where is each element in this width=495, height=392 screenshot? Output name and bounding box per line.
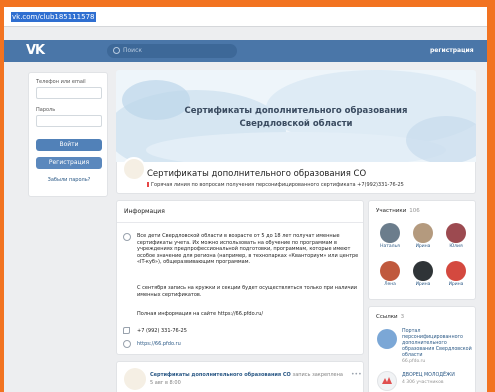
members-count: 106	[409, 208, 420, 214]
info-block: Информация Все дети Свердловской области…	[116, 200, 364, 355]
login-button[interactable]: Войти	[36, 139, 102, 151]
password-field[interactable]	[36, 115, 102, 127]
member-photo	[413, 223, 433, 243]
member-name: Юлия	[449, 244, 463, 249]
group-name: Сертификаты дополнительного образования …	[147, 169, 367, 179]
search-input[interactable]: Поиск	[107, 44, 237, 58]
info-paragraph-3: Полная информация на сайте https://66.pf…	[137, 311, 264, 317]
member-name: Ирина	[448, 282, 464, 287]
member-item[interactable]: Ирина	[408, 223, 438, 250]
vk-logo[interactable]: VK	[26, 43, 45, 59]
info-paragraph-2: С сентября запись на кружки и секции буд…	[137, 285, 358, 298]
post-author-name[interactable]: Сертификаты дополнительного образования …	[150, 372, 291, 378]
links-title[interactable]: Ссылки 3	[376, 314, 404, 321]
phone-field[interactable]	[36, 87, 102, 99]
wall-post: Сертификаты дополнительного образования …	[116, 361, 364, 392]
post-date[interactable]: 5 авг в 8:00	[150, 380, 181, 386]
divider	[117, 222, 363, 223]
more-icon[interactable]: •••	[351, 372, 362, 378]
url-text[interactable]: vk.com/club185111578	[11, 12, 96, 22]
group-status: Горячая линия по вопросам получения перс…	[147, 182, 404, 188]
website-link[interactable]: https://66.pfdo.ru	[137, 341, 181, 347]
member-photo	[446, 223, 466, 243]
links-title-text[interactable]: Ссылки	[376, 314, 398, 320]
member-name: Ирина	[415, 282, 431, 287]
link-title[interactable]: Портал персонифицированного дополнительн…	[402, 329, 474, 359]
member-name: Наталья	[380, 244, 400, 249]
forgot-password-link[interactable]: Забыли пароль?	[29, 177, 109, 183]
member-photo	[380, 261, 400, 281]
link-subtitle: 4 306 участников	[402, 380, 444, 385]
cover-title-line1: Сертификаты дополнительного образования	[184, 106, 408, 116]
info-paragraph-1: Все дети Свердловской области в возрасте…	[137, 233, 359, 265]
red-mark-icon	[147, 182, 149, 187]
member-name: Ирина	[415, 244, 431, 249]
palace-logo-mark	[382, 377, 392, 384]
info-icon	[123, 233, 131, 241]
phone-icon	[123, 327, 130, 334]
members-title[interactable]: Участники 106	[376, 208, 420, 215]
phone-number: +7 (992) 331-76-25	[137, 328, 187, 334]
links-block: Ссылки 3 Портал персонифицированного допо…	[368, 306, 476, 392]
phone-label: Телефон или email	[36, 79, 86, 85]
member-photo	[380, 223, 400, 243]
link-title[interactable]: ДВОРЕЦ МОЛОДЁЖИ	[402, 373, 474, 379]
pinned-label: запись закреплена	[292, 372, 343, 378]
palace-logo-icon[interactable]	[377, 371, 397, 391]
member-photo	[446, 261, 466, 281]
password-label: Пароль	[36, 107, 56, 113]
member-item[interactable]: Ирина	[441, 261, 471, 288]
search-placeholder: Поиск	[123, 47, 143, 54]
links-count: 3	[400, 314, 405, 320]
post-author-avatar[interactable]	[124, 368, 146, 390]
group-header: Сертификаты дополнительного образования …	[116, 157, 476, 194]
search-icon	[113, 47, 120, 54]
group-avatar[interactable]	[122, 157, 146, 181]
register-button[interactable]: Регистрация	[36, 157, 102, 169]
member-name: Лена	[384, 282, 396, 287]
cover-title-line2: Свердловской области	[239, 119, 353, 129]
post-author[interactable]: Сертификаты дополнительного образования …	[150, 372, 343, 378]
browser-window: vk.com/club185111578 VK Поиск регистраци…	[4, 7, 487, 392]
member-item[interactable]: Наталья	[375, 223, 405, 250]
member-item[interactable]: Юлия	[441, 223, 471, 250]
members-title-text[interactable]: Участники	[376, 208, 406, 214]
group-status-text: Горячая линия по вопросам получения перс…	[151, 182, 404, 188]
link-subtitle: 66.pfdo.ru	[402, 359, 426, 364]
group-cover: Сертификаты дополнительного образования …	[116, 70, 476, 162]
address-bar[interactable]: vk.com/club185111578	[4, 7, 487, 27]
login-panel: Телефон или email Пароль Войти Регистрац…	[28, 72, 108, 197]
member-photo	[413, 261, 433, 281]
member-item[interactable]: Лена	[375, 261, 405, 288]
globe-icon	[123, 340, 131, 348]
member-item[interactable]: Ирина	[408, 261, 438, 288]
top-navbar: VK Поиск регистрация	[4, 40, 487, 62]
register-link[interactable]: регистрация	[430, 47, 474, 55]
portal-link-icon[interactable]	[377, 329, 397, 349]
info-title: Информация	[124, 208, 165, 215]
members-block: Участники 106 Наталья Ирина Юлия Лена Ири…	[368, 200, 476, 300]
